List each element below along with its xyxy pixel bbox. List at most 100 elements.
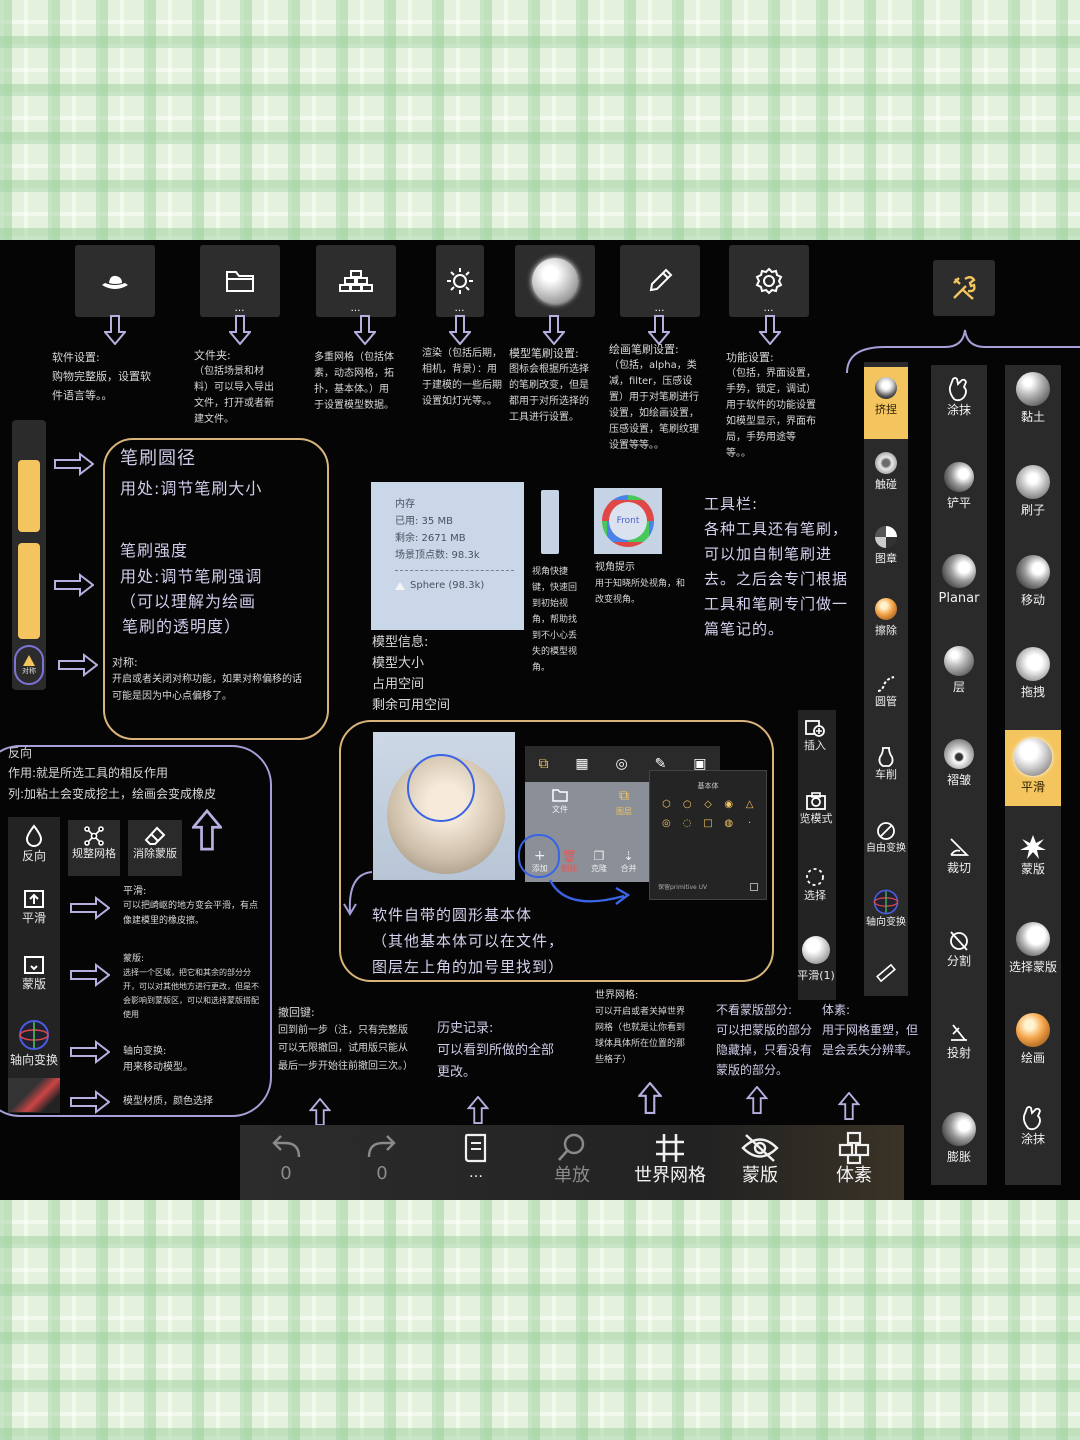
primitive-icon[interactable]: ◉ xyxy=(720,799,737,810)
brush-strength-slider[interactable] xyxy=(18,543,40,639)
tool-stamp[interactable]: 图章 xyxy=(864,526,908,566)
brush-pen-icon xyxy=(649,268,673,292)
tool-axis-transform-right[interactable]: 轴向变换 xyxy=(862,888,910,930)
render-button[interactable]: … xyxy=(436,245,484,317)
history-button[interactable]: … xyxy=(436,1131,516,1180)
tool-insert[interactable]: 插入 xyxy=(792,718,838,754)
tool-mask[interactable]: 蒙版 xyxy=(9,954,59,992)
tool-move[interactable]: 移动 xyxy=(1005,555,1061,607)
tool-flatten[interactable]: 铲平 xyxy=(931,462,987,510)
mask-visibility-button[interactable]: 蒙版 xyxy=(720,1131,800,1187)
tools-button[interactable] xyxy=(933,260,995,316)
note-software-settings: 软件设置: 购物完整版，设置软件语言等。。 xyxy=(52,351,151,402)
more-dots: … xyxy=(234,303,246,314)
redo-icon xyxy=(367,1135,396,1158)
material-swatch[interactable] xyxy=(8,1078,60,1112)
paint-brush-button[interactable]: … xyxy=(620,245,700,317)
tool-ruler[interactable] xyxy=(864,962,908,984)
frame-up-icon xyxy=(24,890,44,908)
menu-delete[interactable]: 🗑 删除 xyxy=(561,849,577,874)
tool-select[interactable]: 选择 xyxy=(792,866,838,904)
tool-pinch[interactable]: 挤捏 xyxy=(864,367,908,439)
tools-icon xyxy=(953,276,976,300)
bricks-icon[interactable]: ▦ xyxy=(575,756,588,772)
tool-erase[interactable]: 擦除 xyxy=(864,598,908,638)
voxel-button[interactable]: 体素 xyxy=(814,1131,894,1187)
voxel-note: 体素: 用于网格重塑，但是会丢失分辨率。 xyxy=(822,1003,919,1057)
redo-button[interactable]: 0 xyxy=(342,1131,422,1185)
symmetry-toggle[interactable]: 对称 xyxy=(14,645,44,685)
tool-project[interactable]: 投射 xyxy=(931,1020,987,1060)
tool-planar[interactable]: Planar xyxy=(931,554,987,606)
tool-crease[interactable]: 褶皱 xyxy=(931,739,987,787)
primitive-icon[interactable]: ◎ xyxy=(658,818,675,829)
tool-select-mask[interactable]: 选择蒙版 xyxy=(1000,922,1066,974)
tool-touch[interactable]: 触碰 xyxy=(864,452,908,492)
bottom-bar: 0 0 … 单放 世界网格 蒙版 体素 xyxy=(240,1125,904,1200)
book-icon xyxy=(464,1133,487,1163)
tool-brush[interactable]: 刷子 xyxy=(1005,465,1061,517)
tool-reverse[interactable]: 反向 xyxy=(9,824,59,864)
drop-icon xyxy=(25,824,43,847)
tool-paint[interactable]: 绘画 xyxy=(1005,1013,1061,1065)
tool-smooth-right[interactable]: 平滑 xyxy=(1005,730,1061,806)
tool-regular-mesh[interactable]: 规整网格 xyxy=(68,820,120,876)
tool-layer[interactable]: 层 xyxy=(931,646,987,694)
note-render: 渲染（包括后期，相机，背景）：用于建模的一些后期设置如灯光等。。 xyxy=(422,348,502,407)
primitive-icon[interactable]: ◍ xyxy=(720,818,737,829)
multi-mesh-button[interactable]: … xyxy=(316,245,396,317)
tool-inflate[interactable]: 膨胀 xyxy=(931,1112,987,1164)
primitive-icon[interactable]: ◌ xyxy=(679,818,696,829)
zoom-button[interactable]: 单放 xyxy=(532,1131,612,1187)
function-settings-button[interactable]: … xyxy=(729,245,809,317)
camera-icon xyxy=(806,792,826,810)
right-arrow xyxy=(58,653,98,677)
menu-file[interactable]: 文件 xyxy=(545,788,575,818)
tool-tube[interactable]: 圆管 xyxy=(864,673,908,709)
tool-axis-transform[interactable]: 轴向变换 xyxy=(4,1018,64,1068)
up-arrow xyxy=(467,1096,489,1124)
tool-smear-right[interactable]: 涂抹 xyxy=(1005,1104,1061,1146)
tool-clay[interactable]: 黏土 xyxy=(1005,372,1061,424)
menu-layers[interactable]: ⧉ 图层 xyxy=(609,788,639,820)
nodes-icon[interactable]: ⧉ xyxy=(538,756,548,772)
tool-clear-mask[interactable]: 消除蒙版 xyxy=(128,820,182,876)
tool-lathe[interactable]: 车削 xyxy=(864,746,908,782)
tool-drag[interactable]: 拖拽 xyxy=(1005,647,1061,699)
world-grid-button[interactable]: 世界网格 xyxy=(625,1131,715,1187)
tool-smooth-1[interactable]: 平滑(1) xyxy=(794,936,838,984)
gear-icon xyxy=(755,267,783,295)
tool-mask-right[interactable]: 蒙版 xyxy=(1005,832,1061,876)
gizmo-icon xyxy=(19,1020,49,1050)
tool-smooth[interactable]: 平滑 xyxy=(9,888,59,926)
right-arrow xyxy=(70,1040,110,1064)
view-shortcut-strip[interactable] xyxy=(541,490,559,554)
primitive-icon[interactable]: △ xyxy=(741,799,758,810)
menu-clone[interactable]: ❐ 克隆 xyxy=(591,849,607,874)
tool-smear[interactable]: 涂抹 xyxy=(931,375,987,417)
aperture-icon[interactable]: ◎ xyxy=(616,756,628,772)
undo-button[interactable]: 0 xyxy=(246,1131,326,1185)
primitive-icon[interactable]: ○ xyxy=(679,799,696,810)
finger-icon xyxy=(948,377,967,402)
keep-uv-toggle[interactable]: 保留primitive UV xyxy=(658,882,758,891)
tool-free-transform[interactable]: 自由变换 xyxy=(862,820,910,856)
curve-icon xyxy=(877,676,895,692)
tool-split[interactable]: 分割 xyxy=(931,928,987,968)
brush-radius-slider[interactable] xyxy=(18,460,40,532)
primitive-icon[interactable]: · xyxy=(741,818,758,829)
primitive-icon[interactable]: ◇ xyxy=(700,799,717,810)
brush-preset-button[interactable] xyxy=(515,245,595,317)
software-settings-button[interactable] xyxy=(75,245,155,317)
primitive-icon[interactable]: ⬡ xyxy=(658,799,675,810)
symmetry-label: 对称 xyxy=(22,666,36,675)
view-cube[interactable]: Front xyxy=(594,488,662,554)
menu-merge[interactable]: ⇣ 合并 xyxy=(621,849,637,874)
cubes-icon xyxy=(838,1131,870,1165)
primitive-icon[interactable]: □ xyxy=(700,818,717,829)
viewport-sphere[interactable] xyxy=(373,732,515,880)
file-button[interactable]: … xyxy=(200,245,280,317)
tool-trim[interactable]: 裁切 xyxy=(931,835,987,875)
tool-view-mode[interactable]: 览模式 xyxy=(794,791,838,827)
mesh-entry[interactable]: Sphere (98.3k) xyxy=(395,577,514,594)
